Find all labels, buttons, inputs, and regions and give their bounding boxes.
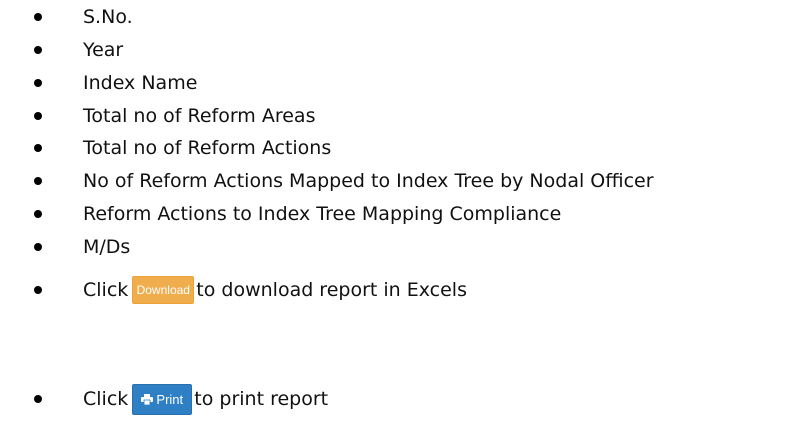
bullet-icon: [34, 46, 42, 54]
list-item-text: Total no of Reform Areas: [83, 105, 316, 127]
list-item-text: Total no of Reform Actions: [83, 137, 332, 159]
bullet-icon: [34, 79, 42, 87]
bullet-icon: [34, 13, 42, 21]
bullet-icon: [34, 286, 42, 294]
download-button[interactable]: Download: [132, 276, 195, 304]
list-item-text: Year: [83, 39, 124, 61]
list-item-text: Index Name: [83, 72, 198, 94]
print-button[interactable]: Print: [132, 383, 193, 415]
list-item-text: S.No.: [83, 6, 133, 28]
bullet-icon: [34, 177, 42, 185]
download-prefix: Click: [83, 279, 129, 301]
print-prefix: Click: [83, 388, 129, 410]
bullet-icon: [34, 243, 42, 251]
list-item-text: No of Reform Actions Mapped to Index Tre…: [83, 170, 654, 192]
print-instruction-text: Click Print to print report: [83, 383, 329, 415]
bullet-icon: [34, 112, 42, 120]
download-instruction-text: Click Download to download report in Exc…: [83, 276, 467, 304]
bullet-icon: [34, 395, 42, 403]
printer-icon: [141, 393, 154, 405]
bullet-icon: [34, 144, 42, 152]
list-item-text: Reform Actions to Index Tree Mapping Com…: [83, 203, 562, 225]
print-button-label: Print: [156, 391, 184, 407]
list-item-text: M/Ds: [83, 236, 131, 258]
bullet-icon: [34, 210, 42, 218]
print-suffix: to print report: [194, 388, 329, 410]
download-suffix: to download report in Excels: [196, 279, 467, 301]
